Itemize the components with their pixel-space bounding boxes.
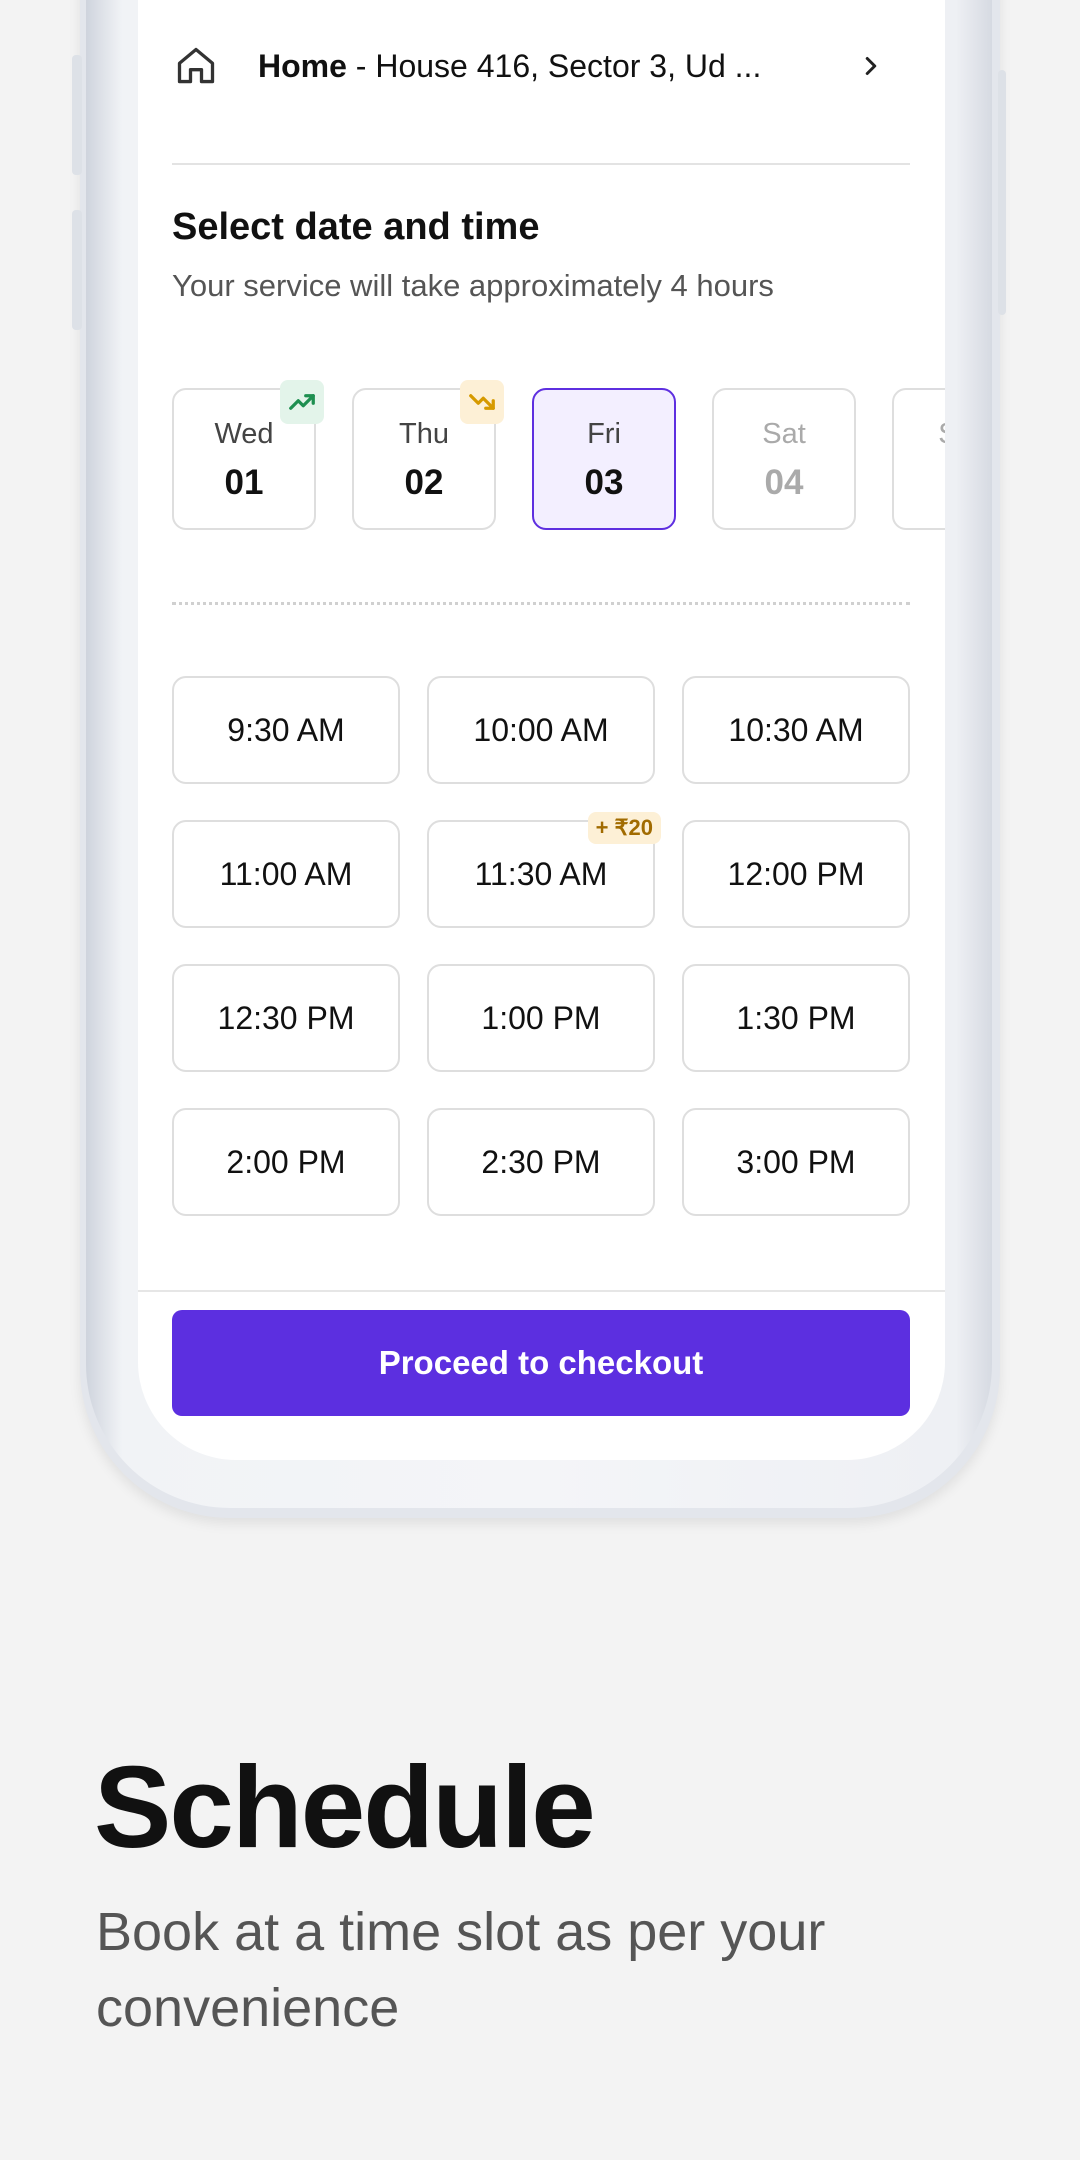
date-number: 04 — [764, 463, 804, 502]
phone-side-button — [72, 55, 82, 175]
time-slot[interactable]: 1:00 PM — [427, 964, 655, 1072]
date-chip-sun[interactable]: Sun 05 — [892, 388, 945, 530]
address-selector[interactable]: Home - House 416, Sector 3, Ud ... — [172, 20, 910, 112]
date-number: 02 — [404, 463, 444, 502]
time-slot-label: 3:00 PM — [736, 1143, 856, 1180]
address-label: Home — [258, 47, 347, 84]
date-selector: Wed 01 Thu 02 Fri 03 Sat 04 Sun 05 — [172, 380, 945, 538]
date-chip-wed[interactable]: Wed 01 — [172, 380, 324, 530]
divider — [172, 163, 910, 165]
time-slot-label: 1:00 PM — [481, 999, 601, 1036]
time-slot[interactable]: 2:30 PM — [427, 1108, 655, 1216]
address-text: Home - House 416, Sector 3, Ud ... — [258, 48, 761, 85]
time-slot[interactable]: 11:00 AM — [172, 820, 400, 928]
section-subtitle: Your service will take approximately 4 h… — [172, 268, 774, 303]
date-day: Sun — [894, 418, 945, 451]
time-slot[interactable]: 1:30 PM — [682, 964, 910, 1072]
trending-up-icon — [280, 380, 324, 424]
proceed-to-checkout-button[interactable]: Proceed to checkout — [172, 1310, 910, 1416]
time-slot[interactable]: 10:30 AM — [682, 676, 910, 784]
time-slot[interactable]: 11:30 AM + ₹20 — [427, 812, 661, 928]
time-slot-label: 11:30 AM — [474, 855, 608, 892]
date-number: 03 — [584, 463, 624, 502]
phone-side-button — [72, 210, 82, 330]
home-icon — [177, 47, 215, 84]
trending-down-icon — [460, 380, 504, 424]
time-slot[interactable]: 3:00 PM — [682, 1108, 910, 1216]
chevron-right-icon — [865, 57, 877, 75]
surcharge-badge: + ₹20 — [587, 812, 661, 844]
time-slot[interactable]: 12:30 PM — [172, 964, 400, 1072]
app-screen: Home - House 416, Sector 3, Ud ... Selec… — [138, 0, 945, 1460]
date-day: Sat — [762, 418, 806, 450]
time-slot[interactable]: 2:00 PM — [172, 1108, 400, 1216]
date-chip-sat[interactable]: Sat 04 — [712, 388, 856, 530]
date-day: Fri — [587, 418, 621, 450]
promo-headline: Schedule — [94, 1742, 596, 1872]
time-slot[interactable]: 10:00 AM — [427, 676, 655, 784]
address-detail: - House 416, Sector 3, Ud ... — [346, 47, 762, 84]
promo-tagline: Book at a time slot as per your convenie… — [96, 1902, 826, 2038]
phone-power-button — [998, 70, 1006, 315]
date-number: 05 — [894, 463, 946, 503]
date-number: 01 — [224, 463, 264, 502]
section-title: Select date and time — [172, 206, 540, 248]
time-slot-label: 11:00 AM — [219, 855, 353, 892]
time-slot[interactable]: 9:30 AM — [172, 676, 400, 784]
time-slot-label: 1:30 PM — [736, 999, 856, 1036]
divider — [138, 1290, 945, 1292]
time-slot-label: 10:30 AM — [728, 711, 864, 748]
date-chip-thu[interactable]: Thu 02 — [352, 380, 504, 530]
dotted-divider — [172, 602, 910, 605]
time-slot-label: 2:30 PM — [481, 1143, 601, 1180]
time-slot-label: 12:30 PM — [217, 999, 355, 1036]
time-slot-label: 12:00 PM — [727, 855, 865, 892]
time-slot-label: 10:00 AM — [473, 711, 609, 748]
time-slot-label: 2:00 PM — [226, 1143, 346, 1180]
time-slot-label: 9:30 AM — [227, 711, 345, 748]
time-slot[interactable]: 12:00 PM — [682, 820, 910, 928]
date-chip-fri[interactable]: Fri 03 — [532, 388, 676, 530]
